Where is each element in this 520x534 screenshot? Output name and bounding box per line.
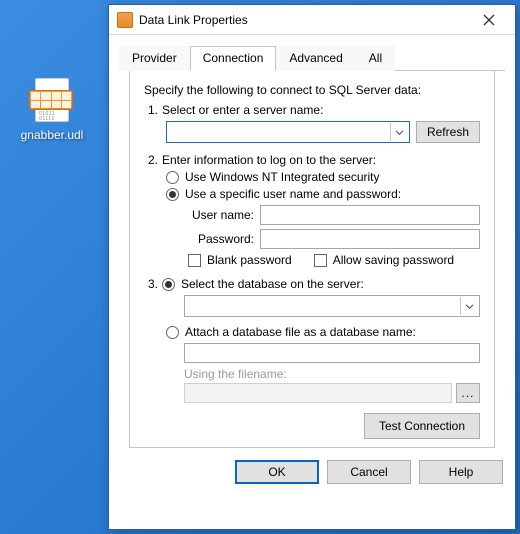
step1-number: 1. — [144, 103, 162, 117]
udl-file-icon: 0101101110 — [29, 78, 75, 124]
data-link-dialog: Data Link Properties Provider Connection… — [108, 4, 516, 530]
radio-icon — [166, 326, 179, 339]
password-label: Password: — [184, 232, 260, 246]
titlebar: Data Link Properties — [109, 5, 515, 35]
checkbox-icon — [188, 254, 201, 267]
server-name-dropdown[interactable] — [390, 123, 408, 141]
tab-all[interactable]: All — [356, 46, 395, 71]
radio-icon — [166, 188, 179, 201]
database-dropdown[interactable] — [460, 297, 478, 315]
radio-attach-db[interactable]: Attach a database file as a database nam… — [166, 325, 480, 339]
username-input[interactable] — [260, 205, 480, 225]
chevron-down-icon — [465, 302, 474, 311]
radio-icon — [162, 278, 175, 291]
password-input[interactable] — [260, 229, 480, 249]
radio-nt-label: Use Windows NT Integrated security — [185, 170, 380, 184]
radio-icon — [166, 171, 179, 184]
chevron-down-icon — [395, 128, 404, 137]
tab-provider[interactable]: Provider — [119, 46, 190, 71]
app-icon — [117, 12, 133, 28]
filename-input — [184, 383, 452, 403]
database-combo[interactable] — [184, 295, 480, 317]
server-name-input[interactable] — [171, 124, 385, 140]
instruction-text: Specify the following to connect to SQL … — [144, 83, 480, 97]
tab-advanced[interactable]: Advanced — [276, 46, 355, 71]
using-filename-label: Using the filename: — [184, 367, 480, 381]
tab-strip: Provider Connection Advanced All — [119, 45, 505, 71]
close-button[interactable] — [469, 6, 509, 34]
ok-button[interactable]: OK — [235, 460, 319, 484]
desktop-file-udl[interactable]: 0101101110 gnabber.udl — [16, 78, 88, 142]
radio-attach-label: Attach a database file as a database nam… — [185, 325, 416, 339]
test-connection-button[interactable]: Test Connection — [364, 413, 480, 439]
close-icon — [483, 14, 495, 26]
step2-label: Enter information to log on to the serve… — [162, 153, 480, 167]
browse-button[interactable]: ... — [456, 383, 480, 403]
cancel-button[interactable]: Cancel — [327, 460, 411, 484]
dialog-title: Data Link Properties — [139, 13, 469, 27]
connection-panel: Specify the following to connect to SQL … — [129, 71, 495, 448]
radio-nt-security[interactable]: Use Windows NT Integrated security — [166, 170, 480, 184]
check-allow-save[interactable]: Allow saving password — [314, 253, 454, 267]
check-blank-label: Blank password — [207, 253, 292, 267]
radio-select-db-label: Select the database on the server: — [181, 277, 364, 291]
server-name-combo[interactable] — [166, 121, 410, 143]
desktop-file-label: gnabber.udl — [16, 128, 88, 142]
radio-userpass[interactable]: Use a specific user name and password: — [166, 187, 480, 201]
radio-select-db[interactable]: Select the database on the server: — [162, 277, 364, 291]
attach-dbname-input[interactable] — [184, 343, 480, 363]
check-allow-save-label: Allow saving password — [333, 253, 454, 267]
tab-connection[interactable]: Connection — [190, 46, 277, 71]
help-button[interactable]: Help — [419, 460, 503, 484]
step3-number: 3. — [144, 277, 162, 291]
username-label: User name: — [184, 208, 260, 222]
radio-userpass-label: Use a specific user name and password: — [185, 187, 401, 201]
step1-label: Select or enter a server name: — [162, 103, 480, 117]
checkbox-icon — [314, 254, 327, 267]
check-blank-password[interactable]: Blank password — [188, 253, 292, 267]
refresh-button[interactable]: Refresh — [416, 121, 480, 143]
dialog-button-bar: OK Cancel Help — [109, 448, 515, 498]
step2-number: 2. — [144, 153, 162, 167]
